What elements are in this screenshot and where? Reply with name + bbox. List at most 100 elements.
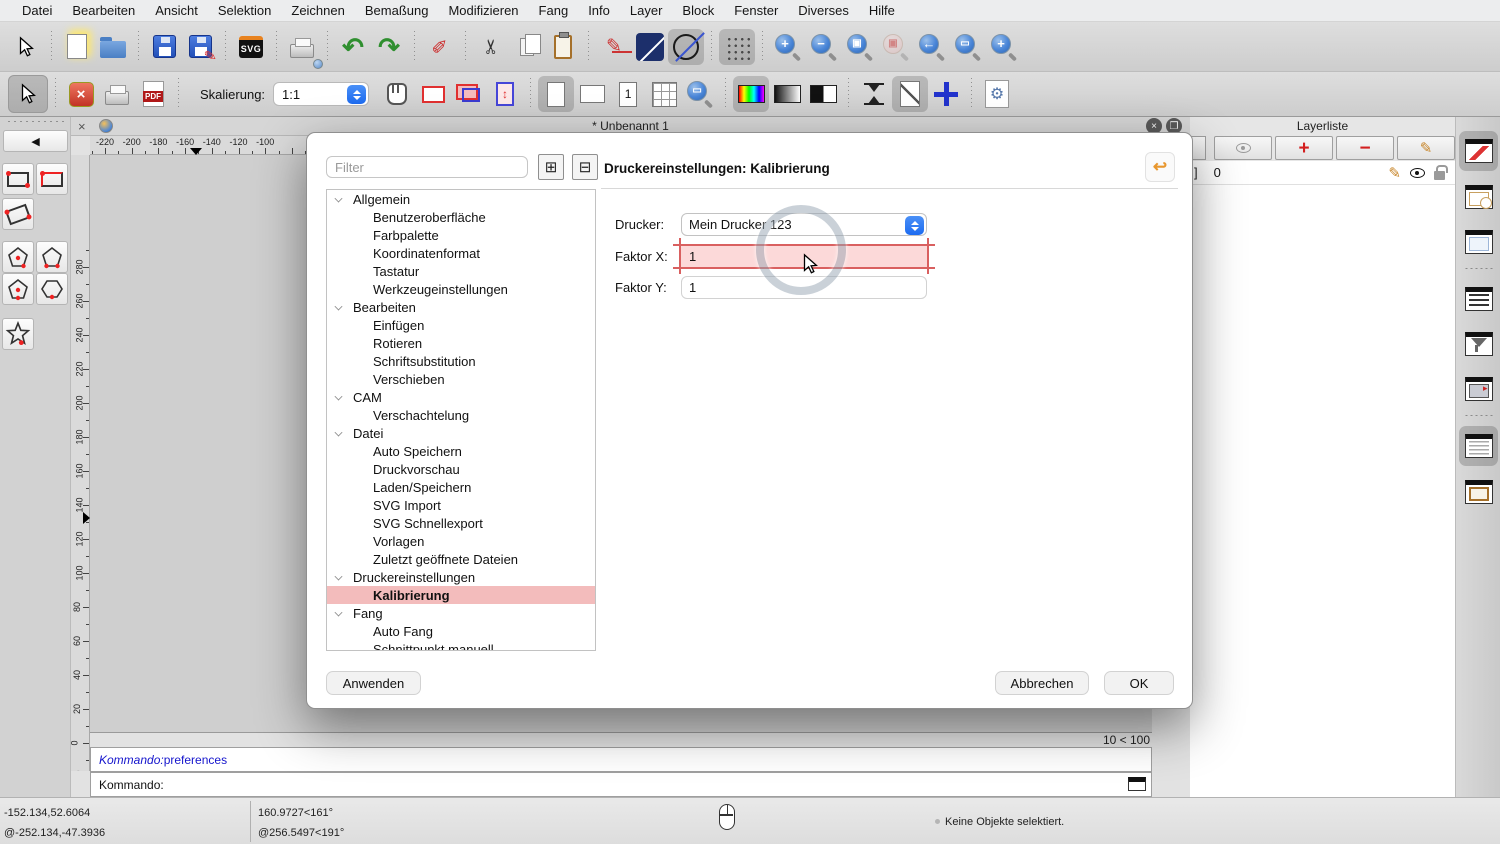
grid-toggle-icon[interactable]	[719, 29, 755, 65]
zoom-out-icon[interactable]: −	[806, 29, 842, 65]
rectangle-rotated-tool[interactable]	[2, 198, 34, 230]
layer-remove-button[interactable]: −	[1336, 136, 1394, 160]
undo-icon[interactable]: ↶	[335, 29, 371, 65]
tree-item-tastatur[interactable]: Tastatur	[327, 262, 595, 280]
tree-item-druckvorschau[interactable]: Druckvorschau	[327, 460, 595, 478]
tree-item-koordinatenformat[interactable]: Koordinatenformat	[327, 244, 595, 262]
draw-pencil-icon[interactable]: ✎	[596, 29, 632, 65]
zoom-previous-icon[interactable]: ←	[914, 29, 950, 65]
menu-layer[interactable]: Layer	[620, 3, 673, 18]
tree-item-schnittpunkt-manuell[interactable]: Schnittpunkt manuell	[327, 640, 595, 651]
menu-modifizieren[interactable]: Modifizieren	[438, 3, 528, 18]
layer-eye-icon[interactable]	[1410, 168, 1425, 178]
landscape-icon[interactable]	[574, 76, 610, 112]
menu-block[interactable]: Block	[672, 3, 724, 18]
menu-fang[interactable]: Fang	[529, 3, 579, 18]
redo-icon[interactable]: ↷	[371, 29, 407, 65]
chevron-down-icon[interactable]	[335, 195, 343, 203]
zoom-auto-icon[interactable]: ▣	[842, 29, 878, 65]
single-page-icon[interactable]: 1	[610, 76, 646, 112]
menu-info[interactable]: Info	[578, 3, 620, 18]
tree-item-svg-import[interactable]: SVG Import	[327, 496, 595, 514]
print-preview-icon[interactable]	[284, 29, 320, 65]
layer-list-panel-icon[interactable]	[1459, 131, 1498, 171]
new-document-icon[interactable]	[59, 29, 95, 65]
menu-selektion[interactable]: Selektion	[208, 3, 281, 18]
black-white-icon[interactable]	[805, 76, 841, 112]
drucker-select[interactable]: Mein Drucker 123	[681, 213, 927, 236]
save-as-icon[interactable]: ✎	[182, 29, 218, 65]
crosshair-icon[interactable]	[928, 76, 964, 112]
expand-all-button[interactable]: ⊞	[538, 154, 564, 180]
line-tool-icon[interactable]	[632, 29, 668, 65]
chevron-down-icon[interactable]	[335, 609, 343, 617]
menu-bemaßung[interactable]: Bemaßung	[355, 3, 439, 18]
ok-button[interactable]: OK	[1104, 671, 1174, 695]
zoom-window-icon[interactable]: ▭	[950, 29, 986, 65]
grayscale-icon[interactable]	[769, 76, 805, 112]
paper-border-icon[interactable]	[415, 76, 451, 112]
full-color-icon[interactable]	[733, 76, 769, 112]
tree-item-verschieben[interactable]: Verschieben	[327, 370, 595, 388]
cut-icon[interactable]: ✂	[473, 29, 509, 65]
command-line-panel-icon[interactable]	[1459, 426, 1498, 466]
pointer-icon[interactable]	[8, 29, 44, 65]
faktor-y-input[interactable]: 1	[681, 276, 927, 299]
print-icon[interactable]	[99, 76, 135, 112]
portrait-icon[interactable]	[538, 76, 574, 112]
tree-item-allgemein[interactable]: Allgemein	[327, 190, 595, 208]
menu-zeichnen[interactable]: Zeichnen	[281, 3, 354, 18]
pointer2-icon[interactable]	[8, 75, 48, 113]
polygon-center-side-tool[interactable]	[2, 273, 34, 305]
library-browser-panel-icon[interactable]	[1459, 369, 1498, 409]
tree-item-datei[interactable]: Datei	[327, 424, 595, 442]
star-tool[interactable]	[2, 318, 34, 350]
command-input[interactable]: Kommando:	[90, 772, 1152, 797]
palette-drag-handle[interactable]	[6, 120, 64, 123]
compress-icon[interactable]	[856, 76, 892, 112]
layer-edit-button[interactable]: ✎	[1397, 136, 1455, 160]
hexagon-tool[interactable]	[36, 273, 68, 305]
tree-item-auto-fang[interactable]: Auto Fang	[327, 622, 595, 640]
apply-button[interactable]: Anwenden	[326, 671, 421, 695]
view-list-panel-icon[interactable]	[1459, 222, 1498, 262]
ellipse-tool-icon[interactable]	[668, 29, 704, 65]
cancel-button[interactable]: Abbrechen	[995, 671, 1089, 695]
tree-item-benutzeroberfläche[interactable]: Benutzeroberfläche	[327, 208, 595, 226]
tree-item-schriftsubstitution[interactable]: Schriftsubstitution	[327, 352, 595, 370]
palette-back-button[interactable]: ◀	[3, 130, 68, 152]
tree-item-zuletzt-geöffnete-dateien[interactable]: Zuletzt geöffnete Dateien	[327, 550, 595, 568]
open-file-icon[interactable]	[95, 29, 131, 65]
layer-row[interactable]: ] 0 ✎	[1190, 161, 1455, 185]
property-editor-panel-icon[interactable]	[1459, 279, 1498, 319]
tree-item-einfügen[interactable]: Einfügen	[327, 316, 595, 334]
save-icon[interactable]	[146, 29, 182, 65]
multi-page-icon[interactable]	[646, 76, 682, 112]
layer-add-button[interactable]: +	[1275, 136, 1333, 160]
svg-export-icon[interactable]: SVG	[233, 29, 269, 65]
layer-edit-icon[interactable]: ✎	[1388, 164, 1401, 182]
layer-visibility-button[interactable]	[1214, 136, 1272, 160]
polygon-center-vertex-tool[interactable]	[2, 241, 34, 273]
collapse-all-button[interactable]: ⊟	[572, 154, 598, 180]
tree-item-laden-speichern[interactable]: Laden/Speichern	[327, 478, 595, 496]
clipboard-panel-icon[interactable]	[1459, 472, 1498, 512]
polygon-2vertices-tool[interactable]	[36, 241, 68, 273]
tree-item-verschachtelung[interactable]: Verschachtelung	[327, 406, 595, 424]
menu-diverses[interactable]: Diverses	[788, 3, 859, 18]
close-preview-icon[interactable]: ×	[63, 76, 99, 112]
tree-item-rotieren[interactable]: Rotieren	[327, 334, 595, 352]
erase-icon[interactable]: ✏	[422, 29, 458, 65]
tree-item-werkzeugeinstellungen[interactable]: Werkzeugeinstellungen	[327, 280, 595, 298]
command-window-icon[interactable]	[1128, 777, 1146, 791]
block-list-panel-icon[interactable]	[1459, 177, 1498, 217]
zoom-in-icon[interactable]: +	[770, 29, 806, 65]
menu-bearbeiten[interactable]: Bearbeiten	[62, 3, 145, 18]
copy-icon[interactable]	[509, 29, 545, 65]
zoom-selection-icon[interactable]: ▣	[878, 29, 914, 65]
tree-item-vorlagen[interactable]: Vorlagen	[327, 532, 595, 550]
menu-ansicht[interactable]: Ansicht	[145, 3, 208, 18]
fit-to-page-icon[interactable]: ↕	[487, 76, 523, 112]
scale-select[interactable]: 1:1	[273, 82, 369, 106]
tree-item-cam[interactable]: CAM	[327, 388, 595, 406]
